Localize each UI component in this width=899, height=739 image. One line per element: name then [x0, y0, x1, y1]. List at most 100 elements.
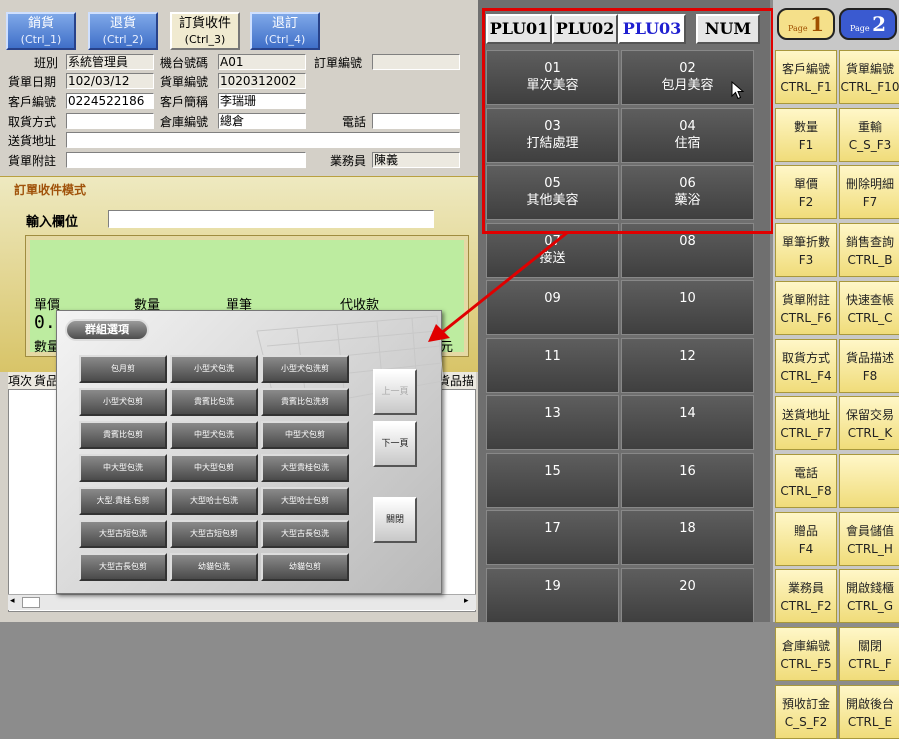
group-option-button[interactable]: 大型哈士包剪	[261, 487, 349, 515]
group-option-button[interactable]: 中大型包洗	[79, 454, 167, 482]
note-field[interactable]	[66, 152, 306, 168]
function-key-button[interactable]: 單筆折數 F3	[775, 223, 837, 278]
machine-label: 機台號碼	[160, 56, 209, 70]
function-key-button[interactable]	[839, 453, 899, 508]
group-option-button[interactable]: 小型犬包剪	[79, 388, 167, 416]
group-option-button[interactable]: 小型犬包洗剪	[261, 355, 349, 383]
plu-button-12[interactable]: 12	[621, 337, 754, 393]
function-key-shortcut: F3	[798, 253, 814, 268]
shift-field[interactable]: 系統管理員	[66, 54, 154, 70]
function-key-shortcut: CTRL_F4	[780, 368, 832, 383]
tab-order-receive[interactable]: 訂貨收件 (Ctrl_3)	[170, 12, 240, 50]
scroll-thumb[interactable]	[22, 597, 40, 608]
function-key-button[interactable]: 會員儲值 CTRL_H	[839, 511, 899, 566]
group-option-button[interactable]: 中型犬包剪	[261, 421, 349, 449]
function-key-label: 取貨方式	[781, 350, 830, 365]
page-1-button[interactable]: Page 1	[777, 8, 835, 40]
function-key-button[interactable]: 電話 CTRL_F8	[775, 453, 837, 508]
group-option-button[interactable]: 大型哈士包洗	[170, 487, 258, 515]
group-option-button[interactable]: 大型貴桂包洗	[261, 454, 349, 482]
function-key-shortcut: CTRL_C	[847, 310, 893, 325]
grid-col-index: 項次	[8, 374, 33, 388]
order-no-field[interactable]	[372, 54, 460, 70]
function-key-label: 貨單附註	[781, 292, 830, 307]
plu-button-15[interactable]: 15	[486, 452, 619, 508]
function-key-button[interactable]: 銷售查詢 CTRL_B	[839, 223, 899, 278]
plu-button-16[interactable]: 16	[621, 452, 754, 508]
function-key-shortcut: F2	[798, 195, 814, 210]
group-option-button[interactable]: 大型古長包洗	[261, 520, 349, 548]
bill-no-field[interactable]: 1020312002	[218, 73, 306, 89]
group-option-button[interactable]: 中大型包剪	[170, 454, 258, 482]
group-option-button[interactable]: 大型.貴桂.包剪	[79, 487, 167, 515]
function-key-button[interactable]: 倉庫編號 CTRL_F5	[775, 627, 837, 681]
close-button[interactable]: 關閉	[373, 497, 417, 543]
function-key-button[interactable]: 貨單編號 CTRL_F10	[839, 50, 899, 104]
plu-button-20[interactable]: 20	[621, 567, 754, 623]
function-key-shortcut: CTRL_E	[847, 714, 893, 729]
function-key-label: 保留交易	[845, 408, 894, 423]
function-key-button[interactable]: 業務員 CTRL_F2	[775, 569, 837, 624]
plu-button-17[interactable]: 17	[486, 510, 619, 565]
group-option-button[interactable]: 小型犬包洗	[170, 355, 258, 383]
warehouse-field[interactable]: 總倉	[218, 113, 306, 129]
function-key-button[interactable]: 重輸 C_S_F3	[839, 107, 899, 162]
plu-button-19[interactable]: 19	[486, 567, 619, 623]
function-key-button[interactable]: 快速查帳 CTRL_C	[839, 280, 899, 335]
pickup-field[interactable]	[66, 113, 154, 129]
date-field[interactable]: 102/03/12	[66, 73, 154, 89]
plu-button-13[interactable]: 13	[486, 395, 619, 450]
group-option-button[interactable]: 貴賓比包洗剪	[261, 388, 349, 416]
salesperson-field[interactable]: 陳義	[372, 152, 460, 168]
input-field[interactable]	[108, 210, 434, 228]
plu-button-10[interactable]: 10	[621, 280, 754, 335]
function-key-button[interactable]: 取貨方式 CTRL_F4	[775, 338, 837, 393]
function-key-button[interactable]: 保留交易 CTRL_K	[839, 396, 899, 451]
function-key-button[interactable]: 預收訂金 C_S_F2	[775, 684, 837, 739]
group-option-button[interactable]: 大型古長包剪	[79, 553, 167, 581]
group-option-button[interactable]: 中型犬包洗	[170, 421, 258, 449]
plu-button-18[interactable]: 18	[621, 510, 754, 565]
function-key-button[interactable]: 贈品 F4	[775, 511, 837, 566]
tab-sales[interactable]: 銷貨 (Ctrl_1)	[6, 12, 76, 50]
cust-no-field[interactable]: 0224522186	[66, 93, 154, 109]
group-option-button[interactable]: 大型古短包洗	[79, 520, 167, 548]
address-label: 送貨地址	[8, 134, 57, 148]
group-option-button[interactable]: 包月剪	[79, 355, 167, 383]
plu-button-number: 08	[679, 233, 696, 249]
function-key-button[interactable]: 關閉 CTRL_F	[839, 627, 899, 681]
function-key-button[interactable]: 刪除明細 F7	[839, 165, 899, 220]
tab-return[interactable]: 退貨 (Ctrl_2)	[88, 12, 158, 50]
machine-field[interactable]: A01	[218, 54, 306, 70]
group-option-button[interactable]: 貴賓比包剪	[79, 421, 167, 449]
function-key-button[interactable]: 送貨地址 CTRL_F7	[775, 396, 837, 451]
page-2-button[interactable]: Page 2	[839, 8, 897, 40]
function-key-button[interactable]: 貨單附註 CTRL_F6	[775, 280, 837, 335]
function-key-button[interactable]: 開啟錢櫃 CTRL_G	[839, 569, 899, 624]
plu-button-14[interactable]: 14	[621, 395, 754, 450]
cust-name-field[interactable]: 李瑞珊	[218, 93, 306, 109]
function-key-button[interactable]: 客戶編號 CTRL_F1	[775, 50, 837, 104]
group-option-button[interactable]: 大型古短包剪	[170, 520, 258, 548]
prev-page-button[interactable]: 上一頁	[373, 369, 417, 415]
next-page-button[interactable]: 下一頁	[373, 421, 417, 467]
function-key-shortcut: CTRL_F	[848, 657, 892, 671]
tab-return-shortcut: (Ctrl_2)	[102, 33, 144, 46]
group-option-button[interactable]: 幼貓包剪	[261, 553, 349, 581]
group-option-button[interactable]: 貴賓比包洗	[170, 388, 258, 416]
group-option-button[interactable]: 幼貓包洗	[170, 553, 258, 581]
function-key-button[interactable]: 數量 F1	[775, 107, 837, 162]
function-key-button[interactable]: 貨品描述 F8	[839, 338, 899, 393]
tab-cancel-order[interactable]: 退訂 (Ctrl_4)	[250, 12, 320, 50]
bill-no-label: 貨單編號	[160, 75, 209, 89]
tab-return-label: 退貨	[109, 16, 136, 31]
function-key-button[interactable]: 開啟後台 CTRL_E	[839, 684, 899, 739]
scroll-left-icon[interactable]: ◂	[10, 596, 15, 606]
shift-label: 班別	[34, 56, 59, 70]
scroll-right-icon[interactable]: ▸	[464, 596, 469, 606]
function-key-panel: Page 1 Page 2 客戶編號 CTRL_F1 貨單編號 CTRL_F10 數量 F…	[773, 0, 899, 739]
grid-horizontal-scrollbar[interactable]: ◂ ▸	[8, 594, 476, 610]
address-field[interactable]	[66, 132, 460, 148]
function-key-button[interactable]: 單價 F2	[775, 165, 837, 220]
phone-field[interactable]	[372, 113, 460, 129]
